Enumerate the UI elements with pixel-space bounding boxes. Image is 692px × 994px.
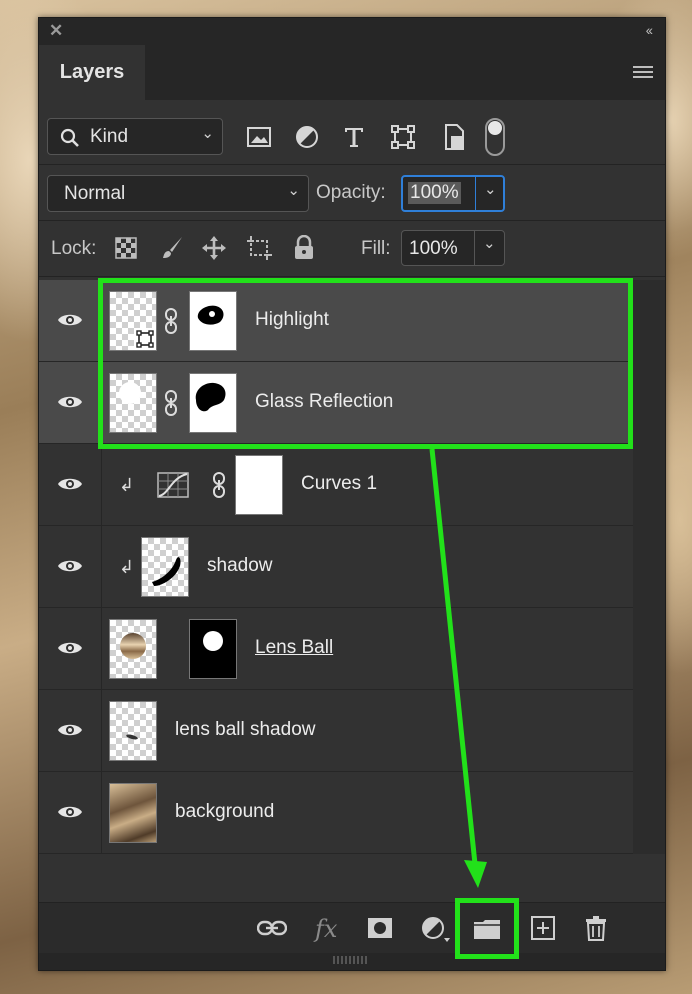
annotation-arrow: [429, 448, 487, 888]
